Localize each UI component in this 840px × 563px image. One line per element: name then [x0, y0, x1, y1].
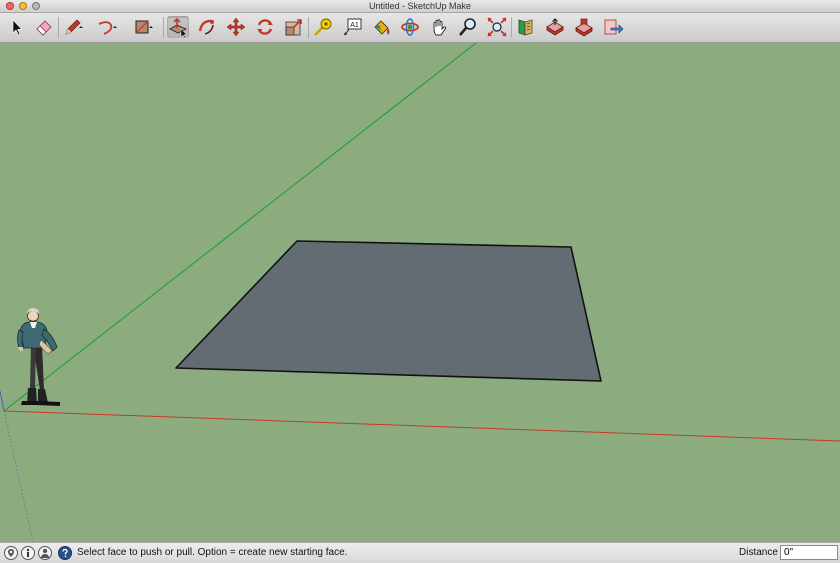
text-label-icon: A1 [344, 18, 362, 36]
move-tool-button[interactable] [225, 16, 247, 38]
zoom-extents-icon [487, 17, 507, 37]
text-tool-button[interactable]: A1 [341, 16, 363, 38]
scene-canvas[interactable] [0, 43, 840, 542]
paint-bucket-icon [374, 20, 390, 35]
geolocation-status-button[interactable] [4, 546, 18, 560]
orbit-icon [401, 18, 419, 36]
share-model-tool-button[interactable] [544, 16, 566, 38]
zoom-extents-tool-button[interactable] [486, 16, 508, 38]
blue-axis-hidden-line [3, 410, 34, 542]
rotate-icon [257, 19, 273, 35]
scale-icon [285, 19, 302, 36]
status-bar: Select face to push or pull. Option = cr… [0, 542, 840, 563]
rectangle-face[interactable] [175, 240, 602, 382]
user-status-button[interactable] [38, 546, 52, 560]
extension-warehouse-icon [575, 18, 593, 37]
user-icon [41, 548, 49, 558]
share-model-icon [546, 18, 564, 36]
credits-status-button[interactable] [21, 546, 35, 560]
credits-icon [26, 548, 30, 557]
pan-tool-button[interactable] [428, 16, 450, 38]
eraser-tool-button[interactable] [33, 16, 55, 38]
get-models-tool-button[interactable] [515, 16, 537, 38]
arc-tool-button[interactable] [96, 16, 118, 38]
measurements-label: Distance [739, 547, 778, 558]
blue-axis-line [0, 390, 5, 412]
rectangle-icon [135, 20, 153, 34]
scale-figure [17, 308, 60, 406]
follow-me-tool-button[interactable] [196, 16, 218, 38]
get-models-icon [518, 19, 533, 36]
geolocation-icon [8, 549, 14, 557]
paint-bucket-tool-button[interactable] [370, 16, 392, 38]
title-bar: Untitled - SketchUp Make [0, 0, 840, 13]
eraser-icon [36, 20, 52, 36]
svg-text:A1: A1 [350, 22, 359, 29]
pan-hand-icon [433, 19, 447, 36]
help-icon [62, 548, 68, 558]
tape-measure-tool-button[interactable] [312, 16, 334, 38]
pencil-icon [65, 19, 83, 35]
move-icon [226, 17, 246, 37]
modeling-viewport[interactable] [0, 43, 840, 542]
red-axis-line [3, 410, 840, 442]
window-title: Untitled - SketchUp Make [368, 1, 472, 11]
measurements-input[interactable] [780, 545, 838, 560]
select-arrow-icon [12, 19, 23, 36]
rectangle-tool-button[interactable] [132, 16, 154, 38]
scale-tool-button[interactable] [283, 16, 305, 38]
extension-warehouse-tool-button[interactable] [573, 16, 595, 38]
zoom-icon [459, 18, 476, 36]
tape-measure-icon [314, 18, 332, 36]
main-toolbar: A1 [0, 13, 840, 43]
follow-me-icon [198, 19, 214, 35]
status-message: Select face to push or pull. Option = cr… [77, 547, 348, 558]
send-to-layout-icon [604, 19, 624, 35]
rotate-tool-button[interactable] [254, 16, 276, 38]
zoom-tool-button[interactable] [457, 16, 479, 38]
push-pull-icon [169, 17, 187, 38]
pencil-tool-button[interactable] [62, 16, 84, 38]
arc-icon [98, 21, 117, 35]
send-to-layout-tool-button[interactable] [602, 16, 624, 38]
orbit-tool-button[interactable] [399, 16, 421, 38]
push-pull-tool-button[interactable] [167, 16, 189, 38]
select-tool-button[interactable] [5, 16, 27, 38]
help-status-button[interactable] [58, 546, 72, 560]
